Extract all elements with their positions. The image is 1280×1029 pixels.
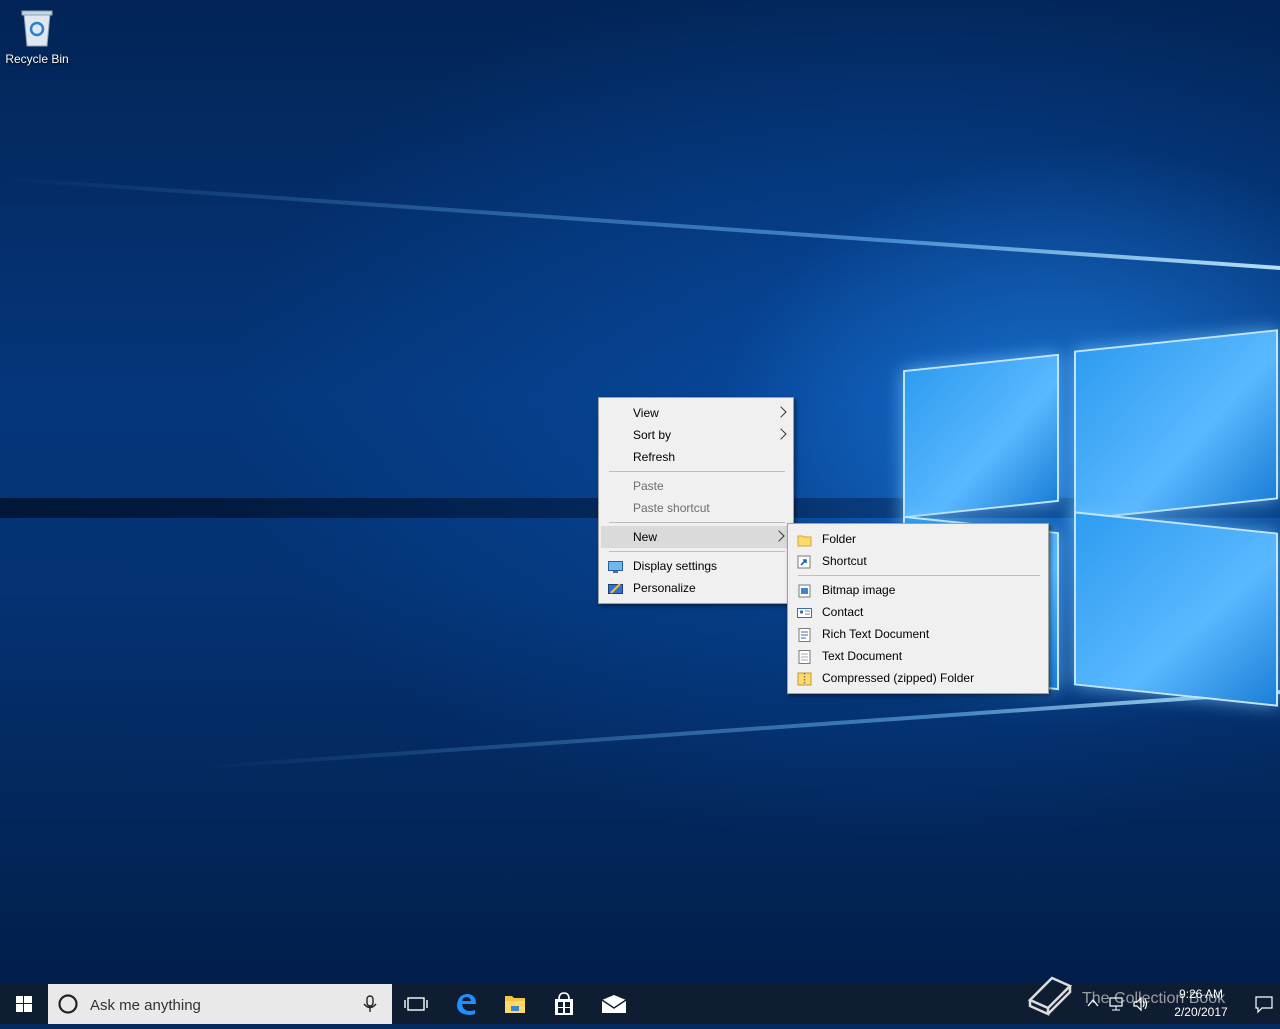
shortcut-icon (797, 554, 812, 569)
menu-item-paste: Paste (599, 475, 793, 497)
bitmap-image-icon (797, 583, 812, 598)
file-explorer-icon[interactable] (491, 984, 539, 1024)
microphone-icon[interactable] (360, 994, 380, 1014)
action-center-icon[interactable] (1254, 994, 1274, 1014)
menu-item-new[interactable]: New (601, 526, 791, 548)
clock-date[interactable]: 2/20/2017 (1156, 1005, 1246, 1019)
recycle-bin-icon (20, 8, 54, 48)
text-document-icon (797, 649, 812, 664)
wallpaper-pane (1074, 511, 1278, 707)
menu-item-personalize[interactable]: Personalize (599, 577, 793, 599)
book-logo-icon (1027, 976, 1073, 1016)
chevron-right-icon (775, 406, 787, 418)
windows-logo-icon (16, 996, 32, 1012)
desktop-icon-recycle-bin[interactable]: Recycle Bin (4, 6, 70, 66)
edge-icon[interactable] (442, 984, 490, 1024)
mail-icon[interactable] (590, 984, 638, 1024)
search-input[interactable] (88, 994, 352, 1016)
submenu-item-bitmap-image[interactable]: Bitmap image (788, 579, 1048, 601)
wallpaper-beam (2, 176, 1280, 270)
menu-separator (609, 551, 785, 552)
desktop[interactable]: Recycle Bin View Sort by Refresh Paste P… (0, 0, 1280, 984)
submenu-item-compressed-folder[interactable]: Compressed (zipped) Folder (788, 667, 1048, 689)
menu-item-label: Text Document (822, 649, 903, 663)
wallpaper-beam (202, 690, 1280, 770)
menu-item-label: Rich Text Document (822, 627, 930, 641)
volume-icon[interactable] (1132, 996, 1150, 1012)
chevron-right-icon (773, 530, 785, 542)
menu-item-label: View (633, 406, 659, 420)
desktop-icon-label: Recycle Bin (5, 52, 69, 66)
submenu-item-rich-text-document[interactable]: Rich Text Document (788, 623, 1048, 645)
display-settings-icon (608, 559, 623, 573)
menu-item-label: Bitmap image (822, 583, 896, 597)
store-icon[interactable] (540, 984, 588, 1024)
network-icon[interactable] (1108, 996, 1126, 1012)
menu-item-label: Sort by (633, 428, 672, 442)
task-view-icon[interactable] (392, 984, 440, 1024)
new-submenu: Folder Shortcut Bitmap image Contact Ric… (787, 523, 1049, 694)
system-tray: The Collection Book 9:26 AM 2/20/2017 (1020, 976, 1280, 1024)
submenu-item-text-document[interactable]: Text Document (788, 645, 1048, 667)
menu-item-label: Paste (633, 479, 664, 493)
cortana-icon (58, 994, 78, 1014)
contact-icon (797, 605, 812, 619)
menu-item-label: Contact (822, 605, 864, 619)
wallpaper-pane (1074, 329, 1278, 521)
zipped-folder-icon (797, 671, 812, 686)
menu-item-view[interactable]: View (599, 402, 793, 424)
menu-separator (609, 522, 785, 523)
search-box[interactable] (48, 984, 392, 1024)
desktop-context-menu: View Sort by Refresh Paste Paste shortcu… (598, 397, 794, 604)
menu-item-refresh[interactable]: Refresh (599, 446, 793, 468)
menu-item-label: Folder (822, 532, 857, 546)
chevron-up-icon[interactable] (1086, 996, 1100, 1010)
clock-time[interactable]: 9:26 AM (1156, 987, 1246, 1001)
wallpaper-pane (903, 353, 1059, 519)
menu-item-label: Personalize (633, 581, 696, 595)
menu-item-label: Refresh (633, 450, 676, 464)
menu-item-sort-by[interactable]: Sort by (599, 424, 793, 446)
submenu-item-shortcut[interactable]: Shortcut (788, 550, 1048, 572)
chevron-right-icon (775, 428, 787, 440)
folder-icon (797, 532, 812, 547)
submenu-item-folder[interactable]: Folder (788, 528, 1048, 550)
menu-separator (798, 575, 1040, 576)
menu-item-label: Compressed (zipped) Folder (822, 671, 975, 685)
menu-item-label: Paste shortcut (633, 501, 710, 515)
menu-item-paste-shortcut: Paste shortcut (599, 497, 793, 519)
rich-text-document-icon (797, 627, 812, 642)
taskbar: The Collection Book 9:26 AM 2/20/2017 (0, 976, 1280, 1024)
start-button[interactable] (0, 984, 48, 1024)
menu-item-display-settings[interactable]: Display settings (599, 555, 793, 577)
menu-separator (609, 471, 785, 472)
personalize-icon (608, 581, 623, 595)
submenu-item-contact[interactable]: Contact (788, 601, 1048, 623)
menu-item-label: New (633, 530, 658, 544)
menu-item-label: Shortcut (822, 554, 867, 568)
menu-item-label: Display settings (633, 559, 718, 573)
